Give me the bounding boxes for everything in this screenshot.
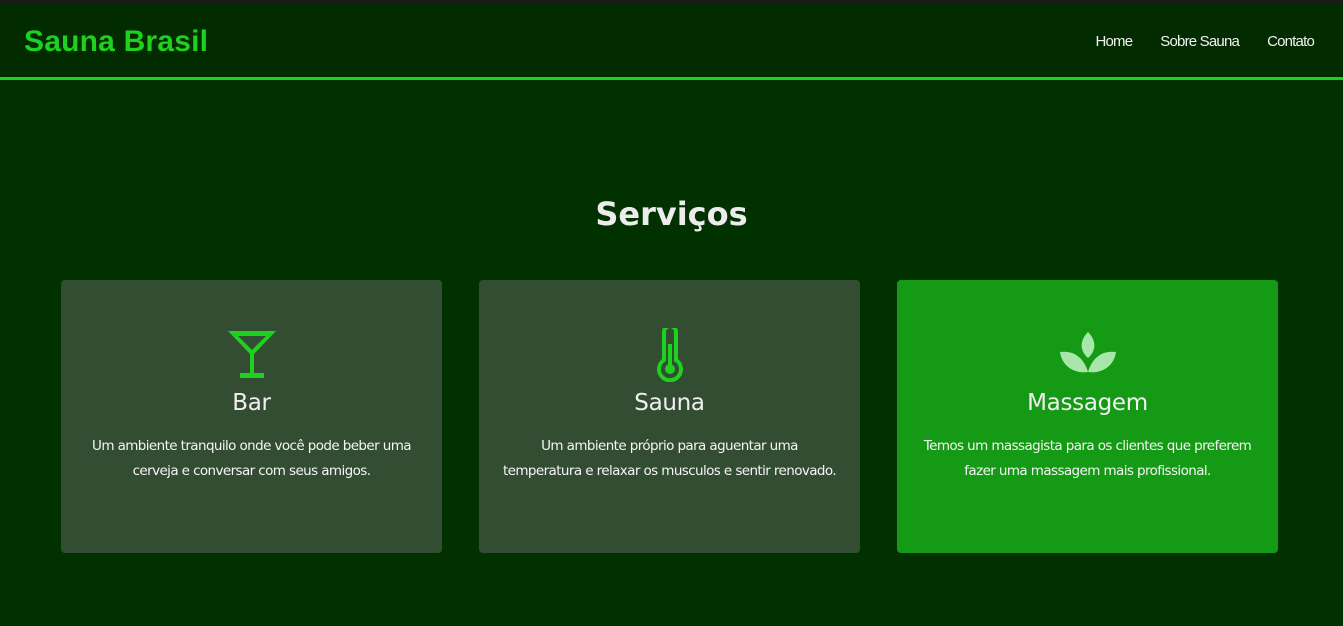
service-description: Um ambiente tranquilo onde você pode beb…: [92, 438, 411, 479]
thermometer-icon: [479, 328, 860, 382]
nav-link-contato[interactable]: Contato: [1267, 33, 1315, 50]
main-nav: Home Sobre Sauna Contato: [1095, 33, 1314, 50]
site-header: Sauna Brasil Home Sobre Sauna Contato: [0, 3, 1343, 80]
service-title: Massagem: [1027, 390, 1148, 416]
service-card-bar: Bar Um ambiente tranquilo onde você pode…: [61, 280, 442, 553]
services-heading: Serviços: [595, 195, 748, 233]
nav-link-home[interactable]: Home: [1095, 33, 1133, 50]
service-card-sauna: Sauna Um ambiente próprio para aguentar …: [479, 280, 860, 553]
service-title: Sauna: [634, 390, 705, 416]
service-description: Temos um massagista para os clientes que…: [923, 438, 1252, 479]
service-title: Bar: [232, 390, 271, 416]
brand-logo[interactable]: Sauna Brasil: [24, 25, 208, 59]
cocktail-icon: [61, 328, 442, 382]
service-description: Um ambiente próprio para aguentar uma te…: [502, 438, 837, 479]
lotus-icon: [897, 328, 1278, 382]
nav-link-sobre-sauna[interactable]: Sobre Sauna: [1160, 33, 1240, 50]
service-card-massagem: Massagem Temos um massagista para os cli…: [897, 280, 1278, 553]
